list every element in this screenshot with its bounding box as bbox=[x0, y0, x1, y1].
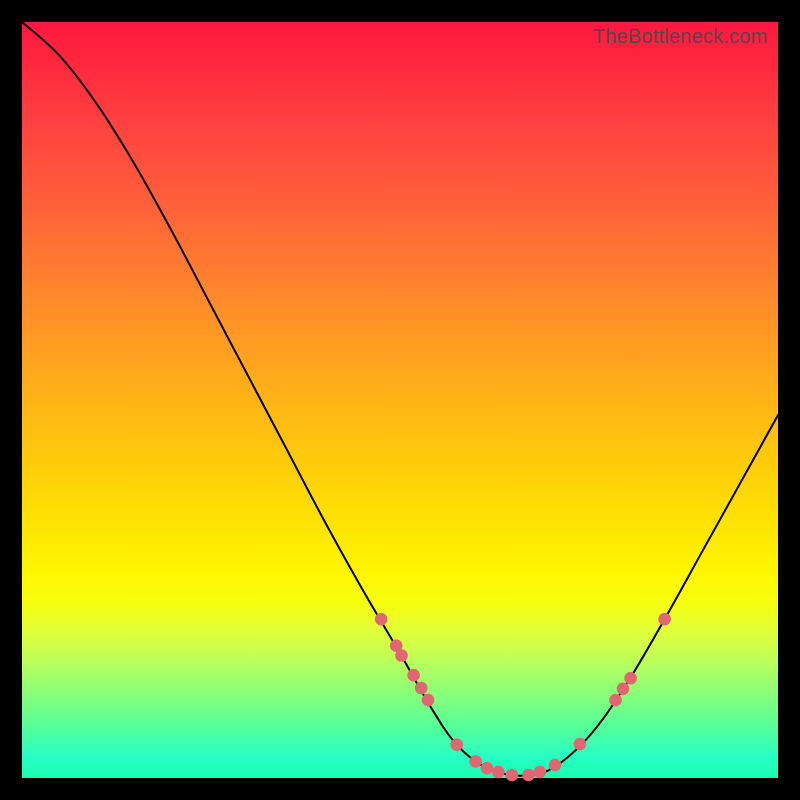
marker-dot bbox=[617, 683, 630, 696]
marker-dot bbox=[522, 769, 535, 782]
marker-dot bbox=[549, 759, 562, 772]
marker-dot bbox=[658, 613, 671, 626]
marker-dot bbox=[415, 682, 428, 695]
marker-dot bbox=[609, 694, 622, 707]
marker-dot bbox=[375, 613, 388, 626]
marker-dot bbox=[450, 738, 463, 751]
marker-dot bbox=[492, 766, 505, 779]
marker-dot bbox=[506, 769, 519, 782]
marker-dot bbox=[534, 766, 547, 779]
marker-dot bbox=[407, 669, 420, 682]
marker-dot bbox=[624, 672, 637, 685]
marker-dots bbox=[375, 613, 671, 781]
marker-dot bbox=[469, 755, 482, 768]
marker-dot bbox=[481, 762, 494, 775]
marker-dot bbox=[422, 694, 435, 707]
marker-dot bbox=[574, 738, 587, 751]
bottleneck-curve bbox=[22, 22, 778, 776]
marker-dot bbox=[395, 649, 408, 662]
plot-svg bbox=[22, 22, 778, 778]
chart-area: TheBottleneck.com bbox=[22, 22, 778, 778]
